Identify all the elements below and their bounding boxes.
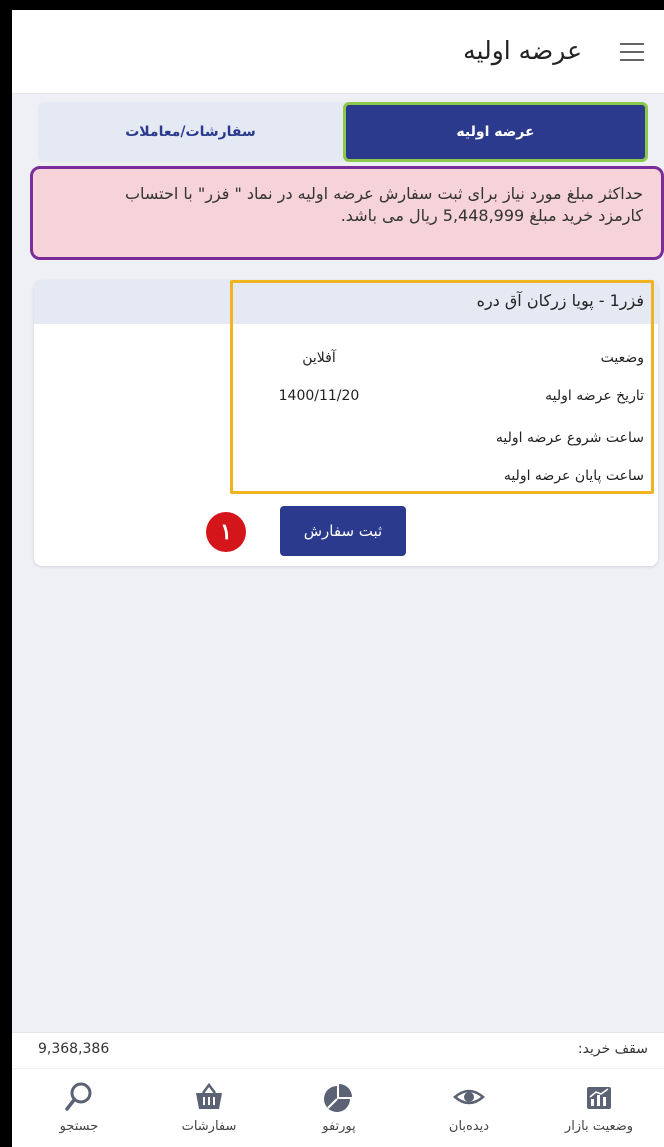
- search-icon: [65, 1082, 92, 1111]
- step-badge: ١: [206, 512, 246, 552]
- buy-cap-value: 9,368,386: [38, 1041, 110, 1057]
- offering-date-label: تاریخ عرضه اولیه: [545, 388, 644, 404]
- submit-order-button[interactable]: ثبت سفارش: [280, 506, 406, 556]
- nav-portfolio[interactable]: پورتفو: [274, 1069, 404, 1147]
- app-bar: عرضه اولیه: [12, 10, 664, 94]
- status-value: آفلاین: [302, 350, 336, 366]
- tab-initial-offering[interactable]: عرضه اولیه: [343, 102, 648, 162]
- alert-line-2: کارمزد خرید مبلغ 5,448,999 ریال می باشد.: [340, 206, 643, 225]
- offering-card-header: فزر1 - پویا زرکان آق دره: [34, 280, 658, 324]
- tab-bar: سفارشات/معاملات عرضه اولیه: [38, 102, 648, 162]
- end-time-label: ساعت پایان عرضه اولیه: [503, 468, 644, 484]
- nav-portfolio-label: پورتفو: [322, 1119, 356, 1134]
- tab-orders-trades[interactable]: سفارشات/معاملات: [38, 102, 343, 162]
- nav-market-status-label: وضعیت بازار: [564, 1119, 634, 1134]
- buy-cap-label: سقف خرید:: [577, 1041, 648, 1057]
- offering-date-value: 1400/11/20: [278, 388, 360, 404]
- offering-card: فزر1 - پویا زرکان آق دره وضعیت آفلاین تا…: [34, 280, 658, 566]
- start-time-label: ساعت شروع عرضه اولیه: [495, 430, 644, 446]
- buy-cap-bar: سقف خرید: 9,368,386: [12, 1032, 664, 1068]
- eye-icon: [453, 1089, 485, 1105]
- status-row: وضعیت آفلاین: [44, 350, 644, 374]
- nav-market-status[interactable]: وضعیت بازار: [534, 1069, 664, 1147]
- start-time-row: ساعت شروع عرضه اولیه: [44, 430, 644, 454]
- end-time-row: ساعت پایان عرضه اولیه: [44, 468, 644, 492]
- nav-orders[interactable]: سفارشات: [144, 1069, 274, 1147]
- alert-line-1: حداکثر مبلغ مورد نیاز برای ثبت سفارش عرض…: [124, 184, 643, 203]
- offering-date-row: تاریخ عرضه اولیه 1400/11/20: [44, 388, 644, 412]
- status-label: وضعیت: [600, 350, 644, 366]
- hamburger-menu-icon[interactable]: [620, 43, 644, 61]
- nav-watchlist-label: دیده‌بان: [448, 1119, 490, 1134]
- nav-watchlist[interactable]: دیده‌بان: [404, 1069, 534, 1147]
- nav-search[interactable]: جستجو: [14, 1069, 144, 1147]
- screen: عرضه اولیه سفارشات/معاملات عرضه اولیه حد…: [12, 10, 664, 1147]
- nav-search-label: جستجو: [59, 1119, 99, 1134]
- pie-chart-icon: [324, 1084, 352, 1112]
- max-amount-alert: حداکثر مبلغ مورد نیاز برای ثبت سفارش عرض…: [30, 166, 664, 260]
- market-chart-icon: [587, 1087, 611, 1109]
- basket-icon: [196, 1082, 222, 1109]
- page-title: عرضه اولیه: [463, 36, 582, 65]
- bottom-nav: وضعیت بازار دیده‌بان پورتفو: [12, 1068, 664, 1147]
- symbol-name: فزر1 - پویا زرکان آق دره: [476, 291, 644, 310]
- nav-orders-label: سفارشات: [181, 1119, 237, 1134]
